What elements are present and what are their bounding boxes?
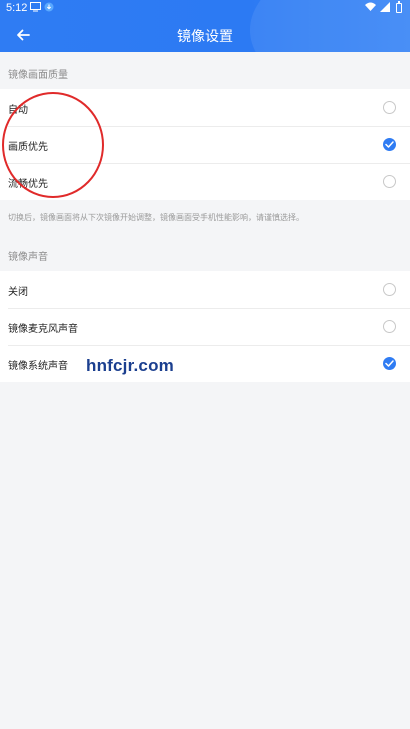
option-label: 镜像麦克风声音 (8, 324, 78, 335)
sound-section-label: 镜像声音 (8, 252, 48, 263)
status-bar: 5:12 (0, 0, 410, 18)
radio-checked-icon[interactable] (383, 138, 396, 151)
page-title: 镜像设置 (177, 29, 233, 45)
sound-option-off[interactable]: 关闭 (0, 271, 410, 308)
radio-checked-icon[interactable] (383, 357, 396, 370)
sound-options-card: 关闭 镜像麦克风声音 镜像系统声音 (0, 271, 410, 382)
option-label: 镜像系统声音 (8, 361, 68, 372)
wifi-icon (365, 2, 376, 16)
app-header: 5:12 镜像设置 (0, 0, 410, 52)
option-label: 关闭 (8, 287, 28, 298)
radio-unchecked-icon[interactable] (383, 320, 396, 333)
battery-icon (396, 1, 402, 13)
watermark-text: hnfcjr.com (86, 356, 174, 375)
signal-icon (380, 2, 390, 16)
annotation-circle (2, 92, 104, 198)
sound-option-microphone[interactable]: 镜像麦克风声音 (0, 308, 410, 345)
radio-unchecked-icon[interactable] (383, 175, 396, 188)
radio-unchecked-icon[interactable] (383, 101, 396, 114)
sound-option-system[interactable]: 镜像系统声音 (0, 345, 410, 382)
download-icon (44, 2, 54, 16)
quality-section-label: 镜像画面质量 (8, 70, 68, 81)
radio-unchecked-icon[interactable] (383, 283, 396, 296)
quality-note: 切换后，镜像画面将从下次镜像开始调整，镜像画面受手机性能影响，请谨慎选择。 (8, 213, 304, 222)
screen-icon (30, 2, 41, 16)
status-time: 5:12 (6, 2, 28, 14)
nav-bar: 镜像设置 (0, 18, 410, 52)
